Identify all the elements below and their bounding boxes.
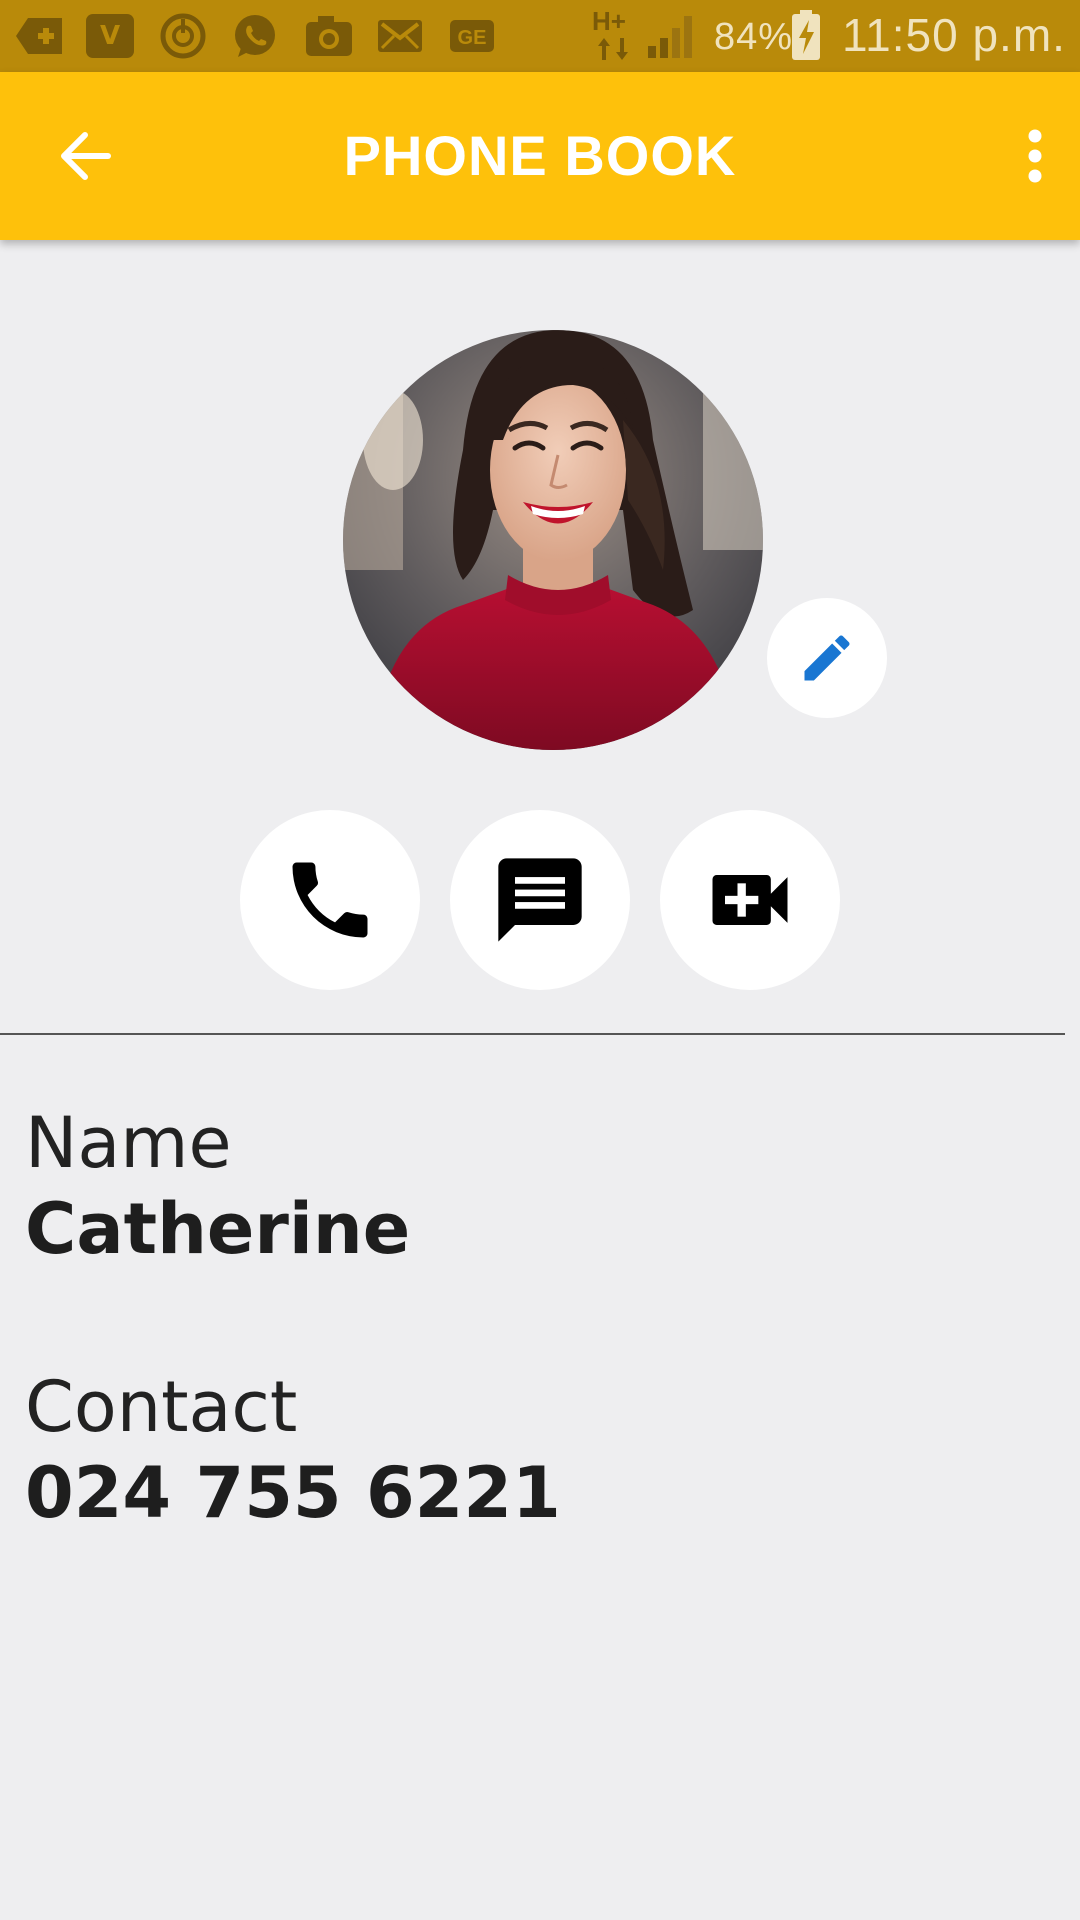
contact-label: Contact [25,1366,298,1448]
power-icon [160,13,206,59]
name-label: Name [25,1102,232,1184]
call-button[interactable] [240,810,420,990]
message-icon [498,858,582,942]
add-notification-icon [14,14,66,58]
contact-number: 024 755 6221 [25,1452,561,1534]
battery-percent: 84% [714,16,794,58]
whatsapp-icon [232,14,278,58]
name-value: Catherine [25,1188,411,1270]
signal-strength-icon [646,12,700,60]
page-title: PHONE BOOK [343,124,737,187]
battery-charging-icon [790,10,822,62]
pencil-icon [804,635,850,681]
video-call-button[interactable] [660,810,840,990]
v-app-icon: V [86,14,134,58]
video-call-icon [712,875,788,925]
divider [0,1033,1065,1035]
more-vert-icon [1028,129,1042,183]
contact-photo [343,330,763,750]
status-bar: V GE H+ 84% 11:50 p.m. [0,0,1080,72]
edit-contact-button[interactable] [767,598,887,718]
ge-app-icon: GE [448,14,496,58]
overflow-menu-button[interactable] [1000,116,1070,196]
network-type: H+ [592,6,626,36]
app-bar: PHONE BOOK [0,72,1080,240]
data-arrows-icon [596,36,630,62]
message-button[interactable] [450,810,630,990]
phone-icon [292,862,368,938]
mail-icon [376,14,424,58]
camera-icon [304,14,354,58]
svg-text:GE: GE [458,27,487,49]
status-time: 11:50 p.m. [842,9,1066,61]
contact-avatar [343,330,763,750]
